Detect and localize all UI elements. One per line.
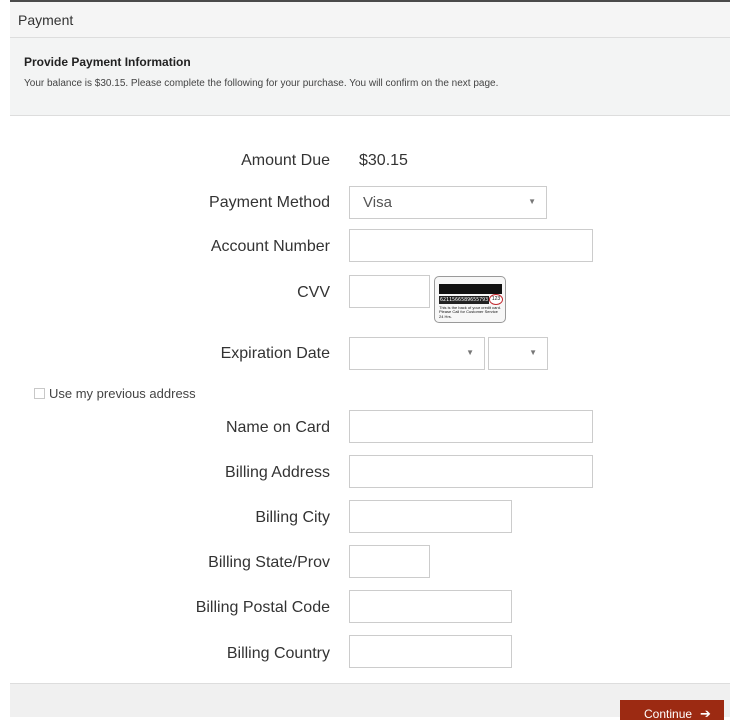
billing-city-label: Billing City — [255, 509, 330, 526]
cvv-label: CVV — [297, 284, 330, 301]
billing-city-input[interactable] — [349, 500, 512, 533]
cvv-code-highlight: 123 — [489, 294, 503, 305]
use-previous-address-checkbox[interactable] — [34, 388, 45, 399]
card-note-text: This is the back of your credit card. Pl… — [439, 305, 502, 319]
chevron-down-icon: ▼ — [529, 348, 537, 357]
billing-state-input[interactable] — [349, 545, 430, 578]
cvv-input[interactable] — [349, 275, 430, 308]
expiration-month-select[interactable]: ▼ — [349, 337, 485, 370]
payment-method-value: Visa — [363, 194, 392, 211]
continue-label: Continue — [644, 707, 693, 721]
account-number-input[interactable] — [349, 229, 593, 262]
billing-address-input[interactable] — [349, 455, 593, 488]
use-previous-address-label[interactable]: Use my previous address — [49, 386, 196, 401]
card-number-text: 6211566589655793 — [439, 296, 489, 304]
expiration-date-label: Expiration Date — [220, 345, 330, 362]
magnetic-stripe — [439, 284, 502, 294]
billing-postal-label: Billing Postal Code — [195, 599, 330, 616]
info-heading: Provide Payment Information — [24, 55, 191, 69]
account-number-label: Account Number — [210, 238, 330, 255]
billing-postal-input[interactable] — [349, 590, 512, 623]
panel-title: Payment — [18, 12, 74, 28]
card-back-image: 6211566589655793 123 This is the back of… — [434, 276, 506, 323]
billing-country-input[interactable] — [349, 635, 512, 668]
amount-due-value: $30.15 — [359, 152, 408, 169]
panel-header: Payment — [10, 2, 730, 38]
chevron-down-icon: ▼ — [466, 348, 474, 357]
info-text: Your balance is $30.15. Please complete … — [24, 78, 499, 89]
billing-state-label: Billing State/Prov — [208, 554, 330, 571]
name-on-card-label: Name on Card — [225, 419, 330, 436]
arrow-right-icon: ➔ — [700, 706, 711, 721]
amount-due-label: Amount Due — [241, 152, 330, 169]
billing-country-label: Billing Country — [226, 645, 330, 662]
name-on-card-input[interactable] — [349, 410, 593, 443]
info-box: Provide Payment Information Your balance… — [10, 38, 730, 116]
continue-button[interactable]: Continue ➔ — [620, 700, 724, 721]
expiration-year-select[interactable]: ▼ — [488, 337, 548, 370]
payment-method-label: Payment Method — [209, 194, 330, 211]
payment-method-select[interactable]: Visa ▼ — [349, 186, 547, 219]
chevron-down-icon: ▼ — [528, 197, 536, 206]
billing-address-label: Billing Address — [225, 464, 330, 481]
